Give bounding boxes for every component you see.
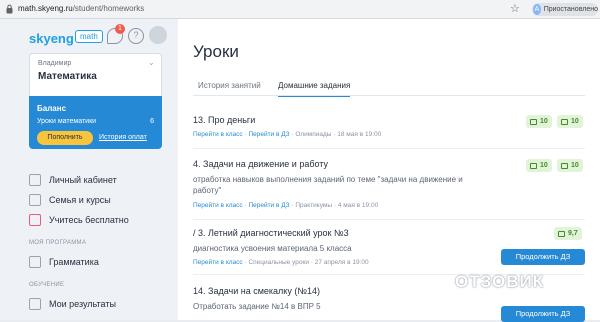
bag-icon [561, 162, 568, 169]
section-my-program: МОЯ ПРОГРАММА [29, 240, 87, 246]
score-badge: 10 [526, 115, 552, 128]
profile-label: Приостановлено [543, 6, 598, 13]
go-to-homework-link[interactable]: Перейти в ДЗ [248, 131, 289, 138]
url-text[interactable]: math.skyeng.ru/student/homeworks [18, 4, 144, 13]
list-item[interactable]: / 3. Летний диагностический урок №3 диаг… [193, 221, 585, 275]
score-badge: 9,7 [554, 227, 582, 240]
lesson-description: диагностика усвоения материала 5 класса [193, 244, 352, 253]
tab-history[interactable]: История занятий [198, 81, 261, 90]
lesson-description: отработка навыков выполнения заданий по … [193, 175, 463, 195]
go-to-class-link[interactable]: Перейти в класс [193, 259, 243, 266]
bookmark-star-icon[interactable]: ☆ [510, 2, 520, 15]
skyeng-logo[interactable]: skyeng [29, 31, 74, 46]
lesson-category: Практикумы [295, 202, 333, 209]
notification-badge: 1 [115, 24, 125, 34]
lesson-date: 18 мая в 19:00 [337, 131, 382, 138]
lesson-category: Специальные уроки [248, 259, 309, 266]
go-to-homework-link[interactable]: Перейти в ДЗ [248, 202, 289, 209]
browser-address-bar: math.skyeng.ru/student/homeworks ☆ A При… [0, 0, 600, 19]
lesson-date: 27 апреля в 19:00 [314, 259, 369, 266]
topup-button[interactable]: Пополнить [37, 131, 93, 145]
book-icon [558, 230, 565, 237]
logo-tag-math: math [75, 30, 103, 43]
score-badge: 10 [557, 115, 583, 128]
lesson-category: Олимпиады [295, 131, 332, 138]
lesson-title[interactable]: 14. Задачи на смекалку (№14) [193, 286, 320, 296]
score-value: 10 [571, 162, 579, 169]
sidebar-item-label: Семья и курсы [49, 195, 111, 205]
balance-row-value: 6 [150, 118, 154, 125]
book-icon [29, 256, 41, 268]
page-title: Уроки [193, 42, 239, 61]
sidebar-item-results[interactable]: Мои результаты [29, 298, 116, 310]
home-icon [29, 174, 41, 186]
sidebar-item-family[interactable]: Семья и курсы [29, 194, 111, 206]
score-value: 10 [571, 118, 579, 125]
lesson-meta: Перейти в класс · Перейти в ДЗ · Олимпиа… [193, 131, 382, 138]
go-to-class-link[interactable]: Перейти в класс [193, 202, 243, 209]
sidebar-item-label: Учитесь бесплатно [49, 215, 129, 225]
balance-title: Баланс [37, 104, 67, 113]
profile-avatar: A [533, 4, 541, 15]
section-learning: ОБУЧЕНИЕ [29, 282, 65, 288]
help-icon[interactable]: ? [128, 28, 144, 44]
sidebar-item-grammar[interactable]: Грамматика [29, 256, 99, 268]
lesson-title[interactable]: 4. Задачи на движение и работу [193, 159, 328, 169]
sidebar-item-label: Мои результаты [49, 299, 116, 309]
lesson-title[interactable]: / 3. Летний диагностический урок №3 [193, 228, 349, 238]
book-icon [530, 118, 537, 125]
lesson-meta: Перейти в класс · Специальные уроки · 27… [193, 259, 369, 266]
url-path: /student/homeworks [72, 4, 145, 13]
url-host: math.skyeng.ru [18, 4, 73, 13]
lesson-date: 4 мая в 19:00 [337, 202, 379, 209]
list-item[interactable]: 13. Про деньги Перейти в класс · Перейти… [193, 111, 585, 149]
continue-homework-button[interactable]: Продолжить ДЗ [501, 249, 585, 265]
otzovik-watermark: ОТЗОВИК [455, 272, 545, 291]
score-value: 10 [540, 118, 548, 125]
gift-icon [29, 214, 41, 226]
tab-bar: История занятий Домашние задания [193, 75, 585, 97]
go-to-class-link[interactable]: Перейти в класс [193, 131, 243, 138]
tab-homework[interactable]: Домашние задания [278, 81, 351, 97]
score-badge: 10 [557, 159, 583, 172]
student-name: Владимир [38, 60, 72, 67]
sidebar: skyeng math 1 ? Владимир Математика ⌄ Ба… [0, 19, 178, 320]
chart-icon [29, 298, 41, 310]
score-badge: 10 [526, 159, 552, 172]
score-value: 9,7 [568, 230, 578, 237]
balance-card: Баланс Уроки математики 6 Пополнить Исто… [29, 96, 162, 149]
payment-history-link[interactable]: История оплат [99, 134, 147, 141]
chevron-down-icon: ⌄ [148, 58, 155, 67]
avatar[interactable] [149, 26, 167, 44]
family-icon [29, 194, 41, 206]
profile-button[interactable]: A Приостановлено [532, 3, 598, 16]
sidebar-item-label: Грамматика [49, 257, 99, 267]
lock-icon [6, 4, 13, 14]
balance-row-label: Уроки математики [37, 118, 97, 125]
sidebar-item-cabinet[interactable]: Личный кабинет [29, 174, 117, 186]
subject-name: Математика [38, 71, 97, 82]
sidebar-item-label: Личный кабинет [49, 175, 117, 185]
lesson-meta: Перейти в класс · Перейти в ДЗ · Практик… [193, 202, 379, 209]
book-icon [530, 162, 537, 169]
lesson-description: Отработать задание №14 в ВПР 5 [193, 302, 321, 311]
lesson-title[interactable]: 13. Про деньги [193, 115, 255, 125]
bag-icon [561, 118, 568, 125]
score-value: 10 [540, 162, 548, 169]
sidebar-item-free[interactable]: Учитесь бесплатно [29, 214, 129, 226]
list-item[interactable]: 4. Задачи на движение и работу отработка… [193, 150, 585, 220]
